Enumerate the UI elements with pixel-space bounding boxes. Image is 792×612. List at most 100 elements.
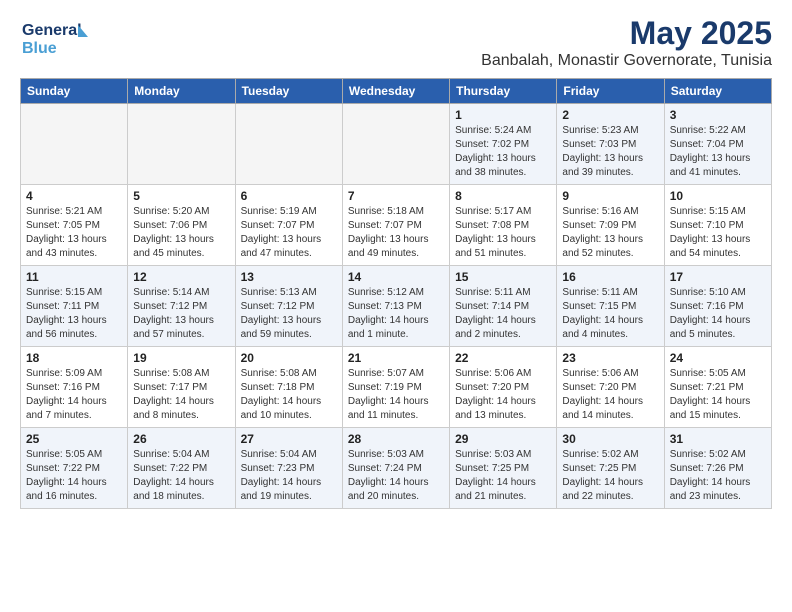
day-info: Sunrise: 5:02 AM Sunset: 7:26 PM Dayligh… (670, 448, 766, 504)
day-number: 7 (348, 189, 444, 203)
day-number: 21 (348, 351, 444, 365)
calendar-cell: 2Sunrise: 5:23 AM Sunset: 7:03 PM Daylig… (557, 104, 664, 185)
col-sunday: Sunday (21, 79, 128, 104)
col-monday: Monday (128, 79, 235, 104)
calendar-cell: 21 Sunrise: 5:07 AM Sunset: 7:19 PM Dayli… (342, 347, 449, 428)
day-number: 25 (26, 432, 122, 446)
day-info: Sunrise: 5:20 AM Sunset: 7:06 PM Dayligh… (133, 205, 229, 261)
day-number: 16 (562, 270, 658, 284)
day-number: 12 (133, 270, 229, 284)
calendar-cell: 26 Sunrise: 5:04 AM Sunset: 7:22 PM Dayli… (128, 428, 235, 509)
main-title: May 2025 (481, 15, 772, 52)
calendar-cell: 28 Sunrise: 5:03 AM Sunset: 7:24 PM Dayli… (342, 428, 449, 509)
day-info: Sunrise: 5:17 AM Sunset: 7:08 PM Dayligh… (455, 205, 551, 261)
day-info: Sunrise: 5:10 AM Sunset: 7:16 PM Dayligh… (670, 286, 766, 342)
col-wednesday: Wednesday (342, 79, 449, 104)
calendar-header-row: Sunday Monday Tuesday Wednesday Thursday… (21, 79, 772, 104)
day-info: Sunrise: 5:24 AM Sunset: 7:02 PM Dayligh… (455, 124, 551, 180)
calendar-cell: 5 Sunrise: 5:20 AM Sunset: 7:06 PM Daylig… (128, 185, 235, 266)
day-info: Sunrise: 5:19 AM Sunset: 7:07 PM Dayligh… (241, 205, 337, 261)
calendar-cell: 8 Sunrise: 5:17 AM Sunset: 7:08 PM Daylig… (450, 185, 557, 266)
day-number: 10 (670, 189, 766, 203)
calendar-cell: 3Sunrise: 5:22 AM Sunset: 7:04 PM Daylig… (664, 104, 771, 185)
header: GeneralBlue May 2025 Banbalah, Monastir … (20, 15, 772, 70)
day-number: 1 (455, 108, 551, 122)
day-number: 11 (26, 270, 122, 284)
logo-svg: GeneralBlue (20, 15, 90, 59)
calendar-cell: 18Sunrise: 5:09 AM Sunset: 7:16 PM Dayli… (21, 347, 128, 428)
day-info: Sunrise: 5:16 AM Sunset: 7:09 PM Dayligh… (562, 205, 658, 261)
day-number: 5 (133, 189, 229, 203)
day-number: 23 (562, 351, 658, 365)
calendar-cell: 11 Sunrise: 5:15 AM Sunset: 7:11 PM Dayli… (21, 266, 128, 347)
col-thursday: Thursday (450, 79, 557, 104)
day-number: 2 (562, 108, 658, 122)
subtitle: Banbalah, Monastir Governorate, Tunisia (481, 52, 772, 70)
day-number: 14 (348, 270, 444, 284)
calendar-week-row: 11 Sunrise: 5:15 AM Sunset: 7:11 PM Dayli… (21, 266, 772, 347)
day-number: 22 (455, 351, 551, 365)
day-number: 27 (241, 432, 337, 446)
day-info: Sunrise: 5:07 AM Sunset: 7:19 PM Dayligh… (348, 367, 444, 423)
day-number: 26 (133, 432, 229, 446)
calendar-cell (128, 104, 235, 185)
page: GeneralBlue May 2025 Banbalah, Monastir … (0, 0, 792, 524)
calendar-cell: 13 Sunrise: 5:13 AM Sunset: 7:12 PM Dayli… (235, 266, 342, 347)
calendar-cell: 22 Sunrise: 5:06 AM Sunset: 7:20 PM Dayli… (450, 347, 557, 428)
day-number: 4 (26, 189, 122, 203)
day-info: Sunrise: 5:11 AM Sunset: 7:14 PM Dayligh… (455, 286, 551, 342)
calendar-cell: 19Sunrise: 5:08 AM Sunset: 7:17 PM Dayli… (128, 347, 235, 428)
day-info: Sunrise: 5:18 AM Sunset: 7:07 PM Dayligh… (348, 205, 444, 261)
calendar-week-row: 25 Sunrise: 5:05 AM Sunset: 7:22 PM Dayli… (21, 428, 772, 509)
day-info: Sunrise: 5:13 AM Sunset: 7:12 PM Dayligh… (241, 286, 337, 342)
calendar-week-row: 1 Sunrise: 5:24 AM Sunset: 7:02 PM Daylig… (21, 104, 772, 185)
svg-text:General: General (22, 22, 82, 39)
calendar: Sunday Monday Tuesday Wednesday Thursday… (20, 78, 772, 509)
calendar-cell: 24Sunrise: 5:05 AM Sunset: 7:21 PM Dayli… (664, 347, 771, 428)
svg-text:Blue: Blue (22, 40, 57, 57)
day-number: 8 (455, 189, 551, 203)
day-number: 28 (348, 432, 444, 446)
calendar-body: 1 Sunrise: 5:24 AM Sunset: 7:02 PM Daylig… (21, 104, 772, 509)
calendar-cell: 23Sunrise: 5:06 AM Sunset: 7:20 PM Dayli… (557, 347, 664, 428)
calendar-cell: 4 Sunrise: 5:21 AM Sunset: 7:05 PM Daylig… (21, 185, 128, 266)
logo: GeneralBlue (20, 15, 90, 59)
col-tuesday: Tuesday (235, 79, 342, 104)
day-info: Sunrise: 5:04 AM Sunset: 7:22 PM Dayligh… (133, 448, 229, 504)
day-info: Sunrise: 5:08 AM Sunset: 7:17 PM Dayligh… (133, 367, 229, 423)
day-info: Sunrise: 5:15 AM Sunset: 7:11 PM Dayligh… (26, 286, 122, 342)
day-info: Sunrise: 5:06 AM Sunset: 7:20 PM Dayligh… (455, 367, 551, 423)
calendar-cell: 29Sunrise: 5:03 AM Sunset: 7:25 PM Dayli… (450, 428, 557, 509)
day-number: 30 (562, 432, 658, 446)
day-number: 3 (670, 108, 766, 122)
calendar-cell: 15 Sunrise: 5:11 AM Sunset: 7:14 PM Dayli… (450, 266, 557, 347)
day-info: Sunrise: 5:15 AM Sunset: 7:10 PM Dayligh… (670, 205, 766, 261)
day-info: Sunrise: 5:05 AM Sunset: 7:22 PM Dayligh… (26, 448, 122, 504)
calendar-cell: 10 Sunrise: 5:15 AM Sunset: 7:10 PM Dayli… (664, 185, 771, 266)
day-info: Sunrise: 5:14 AM Sunset: 7:12 PM Dayligh… (133, 286, 229, 342)
day-number: 31 (670, 432, 766, 446)
calendar-cell: 1 Sunrise: 5:24 AM Sunset: 7:02 PM Daylig… (450, 104, 557, 185)
calendar-cell: 12 Sunrise: 5:14 AM Sunset: 7:12 PM Dayli… (128, 266, 235, 347)
day-info: Sunrise: 5:21 AM Sunset: 7:05 PM Dayligh… (26, 205, 122, 261)
day-number: 15 (455, 270, 551, 284)
calendar-cell (21, 104, 128, 185)
day-number: 18 (26, 351, 122, 365)
day-info: Sunrise: 5:03 AM Sunset: 7:24 PM Dayligh… (348, 448, 444, 504)
calendar-cell (342, 104, 449, 185)
day-number: 6 (241, 189, 337, 203)
calendar-cell: 6 Sunrise: 5:19 AM Sunset: 7:07 PM Daylig… (235, 185, 342, 266)
day-info: Sunrise: 5:08 AM Sunset: 7:18 PM Dayligh… (241, 367, 337, 423)
calendar-cell: 17Sunrise: 5:10 AM Sunset: 7:16 PM Dayli… (664, 266, 771, 347)
calendar-cell: 20Sunrise: 5:08 AM Sunset: 7:18 PM Dayli… (235, 347, 342, 428)
calendar-cell: 25 Sunrise: 5:05 AM Sunset: 7:22 PM Dayli… (21, 428, 128, 509)
calendar-cell: 14Sunrise: 5:12 AM Sunset: 7:13 PM Dayli… (342, 266, 449, 347)
calendar-cell: 9 Sunrise: 5:16 AM Sunset: 7:09 PM Daylig… (557, 185, 664, 266)
calendar-cell: 7 Sunrise: 5:18 AM Sunset: 7:07 PM Daylig… (342, 185, 449, 266)
calendar-cell (235, 104, 342, 185)
day-number: 9 (562, 189, 658, 203)
calendar-cell: 16Sunrise: 5:11 AM Sunset: 7:15 PM Dayli… (557, 266, 664, 347)
title-block: May 2025 Banbalah, Monastir Governorate,… (481, 15, 772, 70)
day-number: 13 (241, 270, 337, 284)
day-info: Sunrise: 5:04 AM Sunset: 7:23 PM Dayligh… (241, 448, 337, 504)
